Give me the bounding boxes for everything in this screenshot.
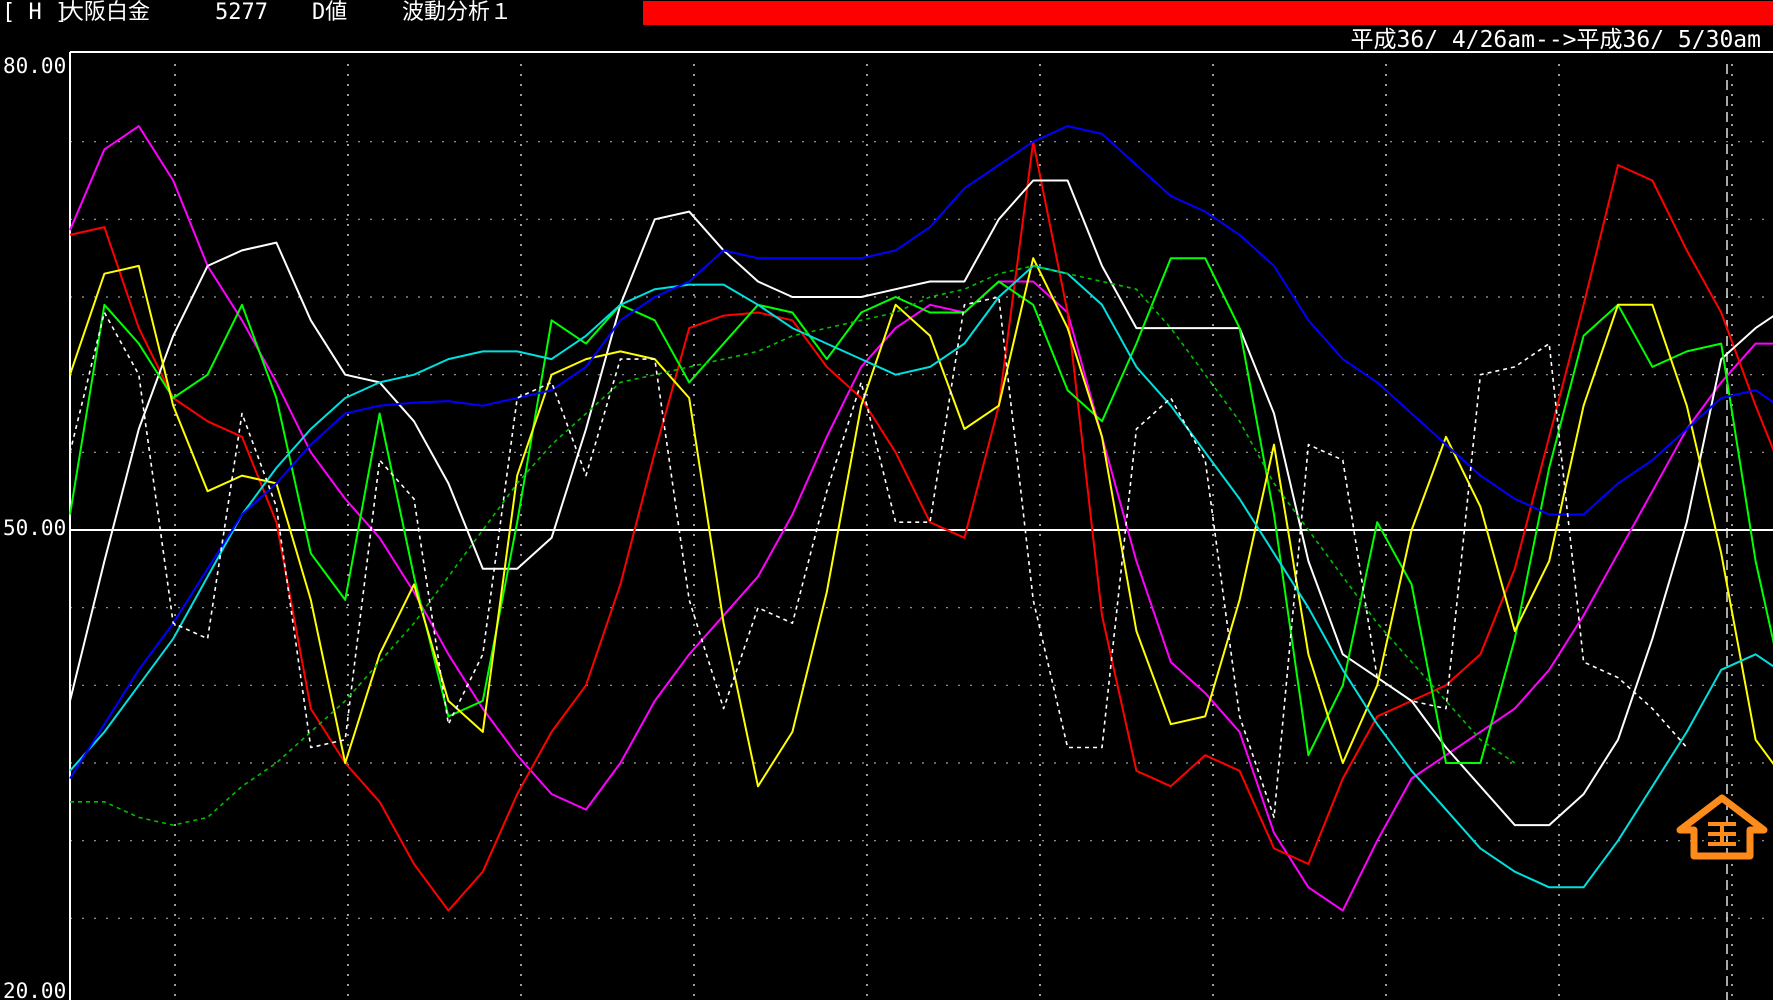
series-line-7 (69, 125, 1773, 780)
series-line-5 (69, 257, 1773, 788)
series-line-4 (69, 257, 1773, 764)
series-line-2 (69, 140, 1773, 912)
y-tick-label-top: 80.00 (3, 54, 66, 78)
y-tick-label-bottom: 20.00 (3, 979, 66, 1000)
grid (70, 64, 1773, 1000)
series-line-1 (69, 125, 1773, 912)
y-tick-label-mid: 50.00 (3, 516, 66, 540)
chart-window: [ H ] 大阪白金 5277 D値 波動分析１ 平成36/ 4/26am-->… (0, 0, 1773, 1000)
chart-area: 80.00 50.00 20.00 (3, 51, 1773, 1000)
series-line-9 (70, 265, 1516, 826)
series-layer (69, 125, 1773, 912)
house-arrow-icon[interactable] (1676, 794, 1768, 860)
series-line-6 (69, 264, 1773, 889)
